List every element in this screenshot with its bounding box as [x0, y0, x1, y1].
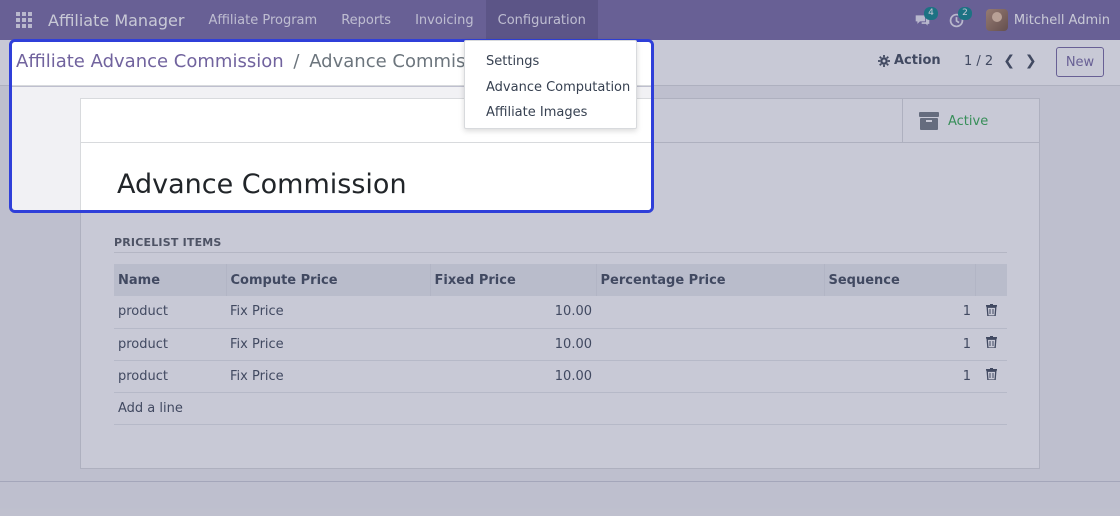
- highlight-breadcrumb-separator: /: [293, 51, 300, 72]
- dropdown-item-advance-computation[interactable]: Advance Computation: [465, 75, 636, 101]
- configuration-dropdown: Settings Advance Computation Affiliate I…: [464, 40, 637, 129]
- dropdown-item-settings[interactable]: Settings: [465, 49, 636, 75]
- dropdown-item-affiliate-images[interactable]: Affiliate Images: [465, 100, 636, 126]
- highlight-breadcrumb: Affiliate Advance Commission / Advance C…: [16, 51, 502, 72]
- highlight-breadcrumb-parent-link[interactable]: Affiliate Advance Commission: [16, 51, 284, 72]
- highlight-record-title[interactable]: Advance Commission: [117, 169, 407, 200]
